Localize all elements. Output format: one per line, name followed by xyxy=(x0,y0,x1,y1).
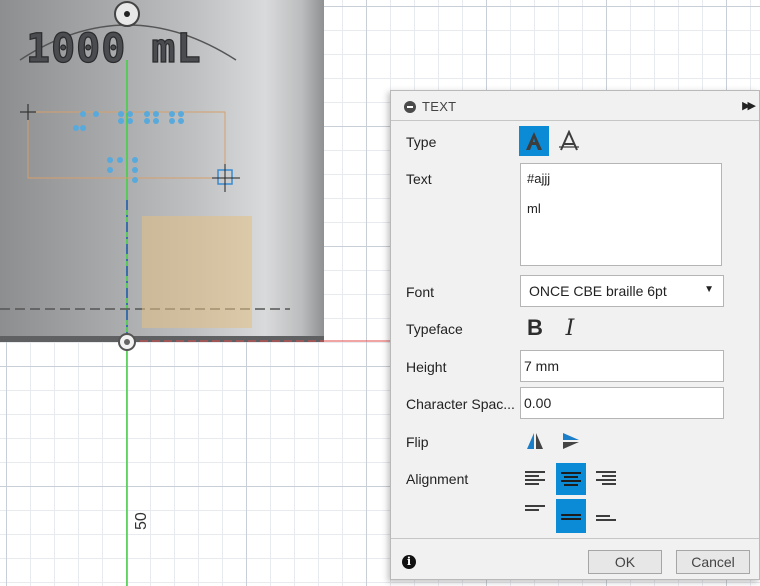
chevron-down-icon: ▼ xyxy=(704,284,714,295)
font-label: Font xyxy=(406,284,435,300)
dialog-footer: i OK Cancel xyxy=(391,538,759,579)
character-spacing-label: Character Spac... xyxy=(406,396,515,412)
text-line-3: ml xyxy=(527,201,541,216)
cancel-button[interactable]: Cancel xyxy=(676,550,750,574)
design-viewport[interactable]: 1000 mL 50 TEXT ▶▶ Type Text #ajjj ml Fo… xyxy=(0,0,760,586)
top-point-dot xyxy=(124,11,130,17)
font-select[interactable]: ONCE CBE braille 6pt ▼ xyxy=(520,275,724,307)
text-dialog[interactable]: TEXT ▶▶ Type Text #ajjj ml Font ONCE CBE… xyxy=(390,90,760,580)
align-left-icon xyxy=(525,470,545,486)
bold-icon: B xyxy=(527,315,543,340)
character-spacing-value: 0.00 xyxy=(524,395,552,411)
font-value: ONCE CBE braille 6pt xyxy=(529,283,667,299)
align-bottom-button[interactable] xyxy=(591,498,621,528)
italic-button[interactable]: I xyxy=(555,313,585,343)
engraved-label: 1000 mL xyxy=(26,26,202,72)
align-middle-button[interactable] xyxy=(556,499,586,533)
height-value: 7 mm xyxy=(524,358,559,374)
info-icon[interactable]: i xyxy=(402,555,416,569)
type-label: Type xyxy=(406,134,437,150)
axis-tick-label: 50 xyxy=(133,512,150,530)
height-input[interactable]: 7 mm xyxy=(520,350,724,382)
flip-vertical-button[interactable] xyxy=(555,426,585,456)
align-right-icon xyxy=(596,470,616,486)
fill-text-button[interactable] xyxy=(519,126,549,156)
height-label: Height xyxy=(406,359,447,375)
dialog-title: TEXT xyxy=(422,99,457,114)
dialog-header: TEXT ▶▶ xyxy=(391,91,759,121)
collapse-icon[interactable] xyxy=(404,101,416,113)
expand-panel-icon[interactable]: ▶▶ xyxy=(742,99,756,112)
fill-text-icon xyxy=(526,132,542,150)
align-right-button[interactable] xyxy=(591,463,621,493)
text-line-2 xyxy=(527,187,550,201)
align-center-icon xyxy=(561,471,581,487)
outline-text-button[interactable] xyxy=(554,126,584,156)
character-spacing-input[interactable]: 0.00 xyxy=(520,387,724,419)
align-top-icon xyxy=(525,504,545,522)
align-left-button[interactable] xyxy=(520,463,550,493)
outline-text-icon xyxy=(559,130,579,151)
italic-icon: I xyxy=(565,315,575,341)
flip-vertical-icon xyxy=(563,433,579,449)
origin-dot xyxy=(124,339,130,345)
alignment-label: Alignment xyxy=(406,471,469,487)
flip-horizontal-button[interactable] xyxy=(520,426,550,456)
sketch-profile[interactable] xyxy=(142,216,252,328)
align-bottom-icon xyxy=(596,504,616,522)
align-middle-icon xyxy=(561,507,581,525)
text-line-1: #ajjj xyxy=(527,171,551,186)
align-center-button[interactable] xyxy=(556,463,586,495)
typeface-label: Typeface xyxy=(406,321,463,337)
bold-button[interactable]: B xyxy=(520,313,550,343)
flip-horizontal-icon xyxy=(527,433,543,449)
align-top-button[interactable] xyxy=(520,498,550,528)
text-label: Text xyxy=(406,171,432,187)
text-input[interactable]: #ajjj ml xyxy=(520,163,722,266)
ok-button[interactable]: OK xyxy=(588,550,662,574)
flip-label: Flip xyxy=(406,434,429,450)
